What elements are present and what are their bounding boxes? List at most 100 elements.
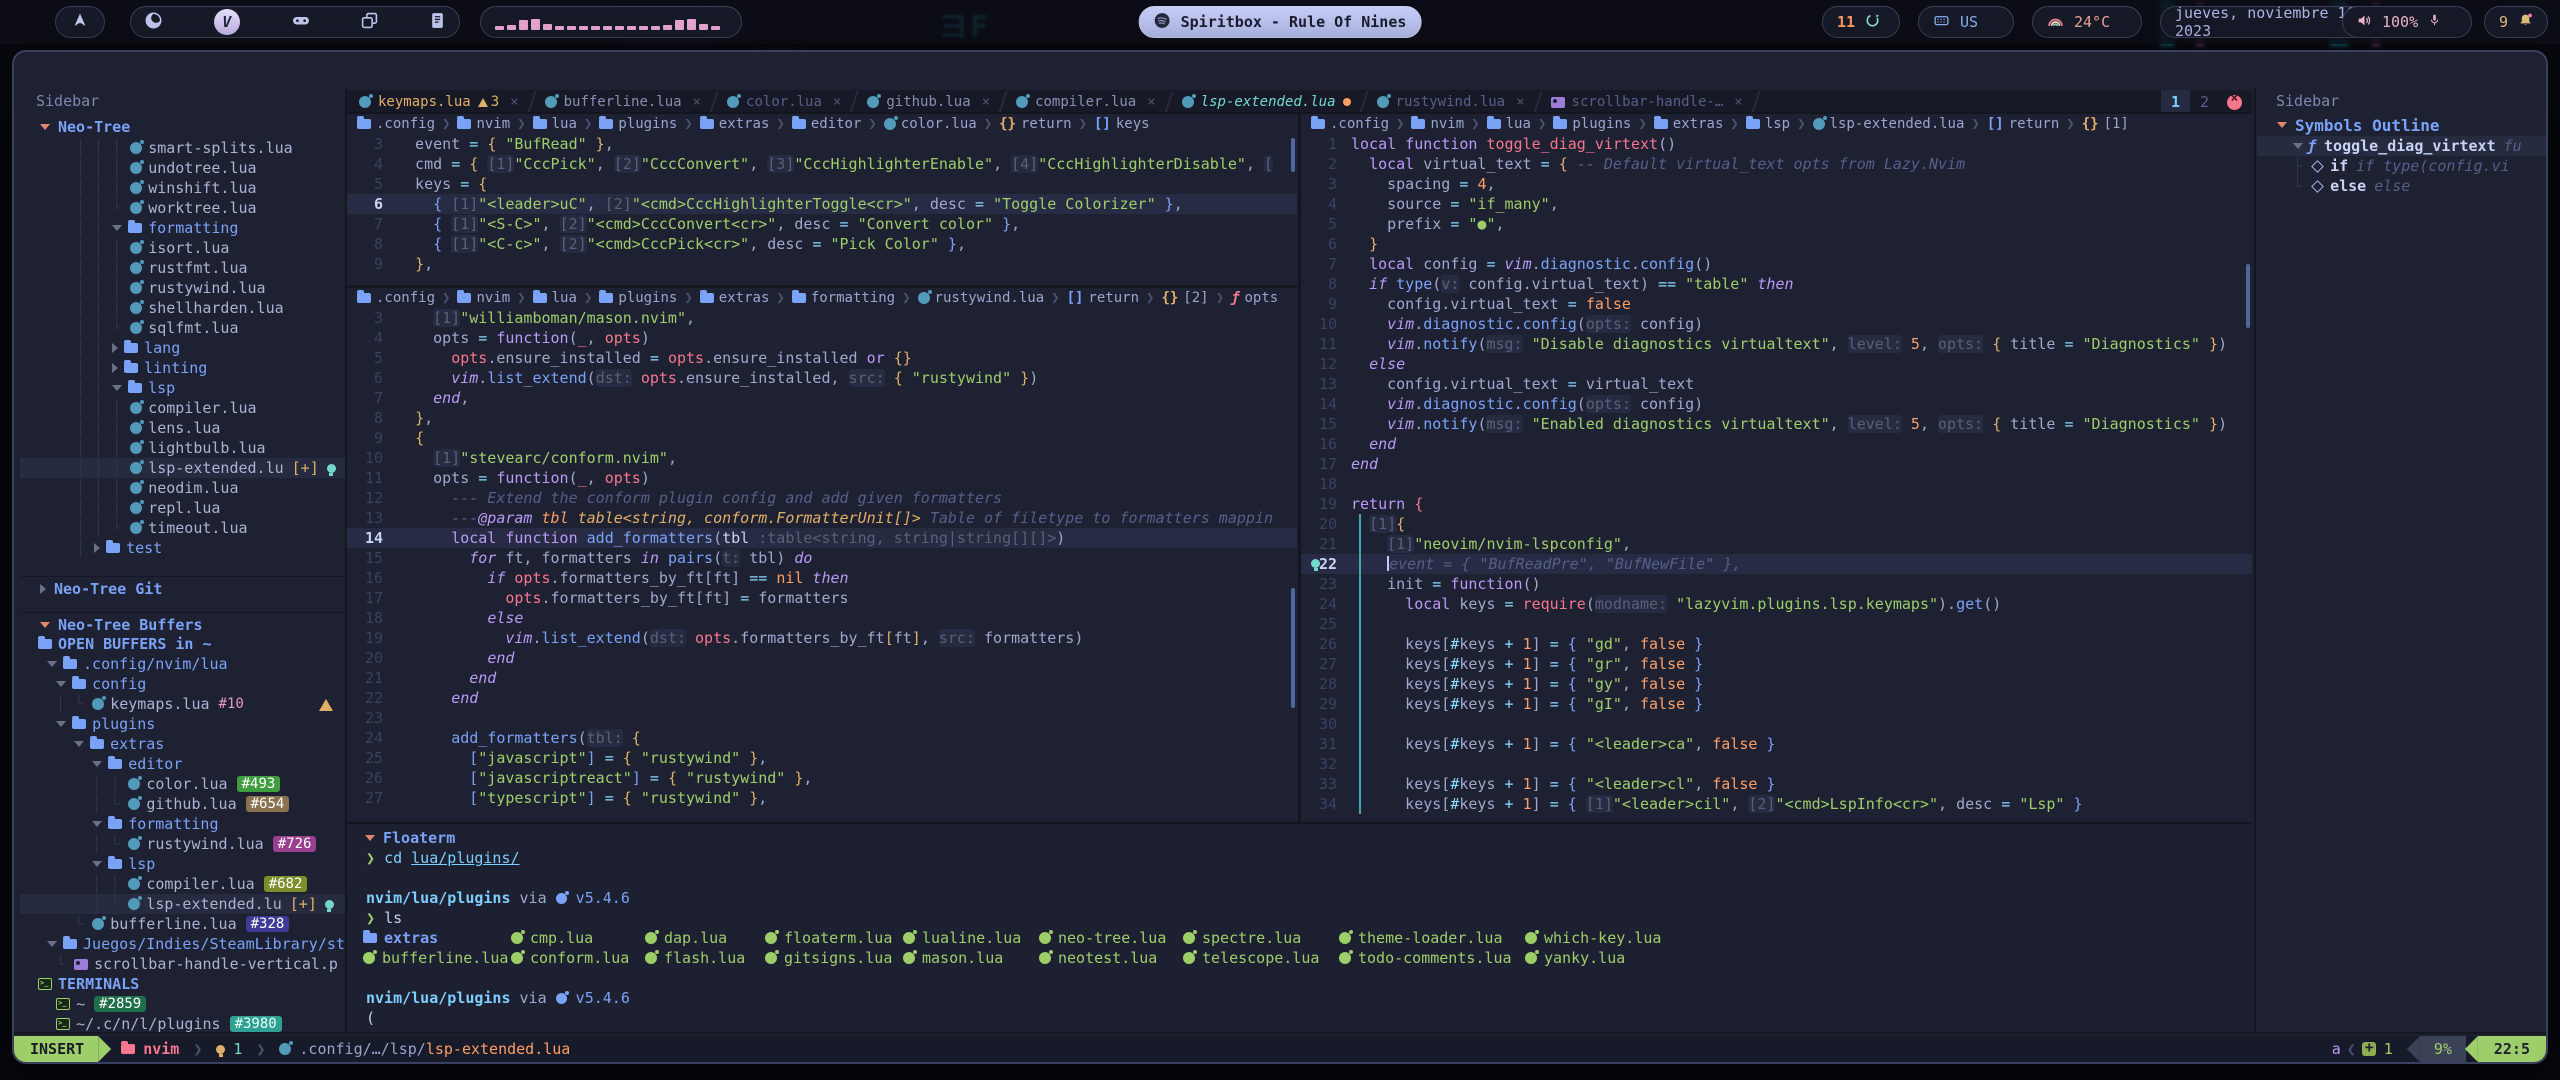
scrollbar[interactable] (1291, 138, 1295, 172)
code-line[interactable]: 26 keys[#keys + 1] = { "gd", false } (1301, 634, 2252, 654)
code-line[interactable]: 1local function toggle_diag_virtext() (1301, 134, 2252, 154)
tree-item[interactable]: formatting (20, 814, 345, 834)
tab-color-lua[interactable]: color.lua× (715, 90, 853, 114)
listing-item[interactable]: spectre.lua (1183, 928, 1301, 948)
code-line[interactable]: 33 keys[#keys + 1] = { "<leader>cl", fal… (1301, 774, 2252, 794)
code-line[interactable]: 19 vim.list_extend(dst: opts.formatters_… (347, 628, 1297, 648)
code-line[interactable]: 7 { [1]"<S-C>", [2]"<cmd>CccConvert<cr>"… (347, 214, 1297, 234)
code-line[interactable]: 5 prefix = "●", (1301, 214, 2252, 234)
tab-rustywind-lua[interactable]: rustywind.lua× (1365, 90, 1537, 114)
close-icon[interactable]: × (1147, 94, 1155, 110)
tree-item[interactable]: │ │ compiler.lua#682 (20, 874, 345, 894)
code-line[interactable]: 17end (1301, 454, 2252, 474)
code-line[interactable]: 5 keys = { (347, 174, 1297, 194)
outline-item[interactable]: └ elseelse (2257, 176, 2546, 196)
launcher-button[interactable] (55, 6, 105, 38)
tabpage-2[interactable]: 2 (2190, 90, 2219, 114)
divider[interactable] (347, 285, 1297, 288)
code-line[interactable]: 9 }, (347, 254, 1297, 274)
divider[interactable] (1298, 114, 1301, 822)
tree-item[interactable]: Juegos/Indies/SteamLibrary/st (20, 934, 345, 954)
code-line[interactable]: 11 vim.notify(msg: "Disable diagnostics … (1301, 334, 2252, 354)
breadcrumb-item[interactable]: return (1021, 114, 1072, 134)
tab-github-lua[interactable]: github.lua× (855, 90, 1002, 114)
listing-item[interactable]: extras (363, 928, 438, 948)
code-line[interactable]: 16 end (1301, 434, 2252, 454)
listing-item[interactable]: lualine.lua (903, 928, 1021, 948)
tree-item[interactable]: lsp (20, 854, 345, 874)
code-line[interactable]: 34 keys[#keys + 1] = { [1]"<leader>cil",… (1301, 794, 2252, 814)
listing-item[interactable]: floaterm.lua (765, 928, 892, 948)
code-line[interactable]: 22 end (347, 688, 1297, 708)
code-line[interactable]: 18 (1301, 474, 2252, 494)
tree-item[interactable]: .config/nvim/lua (20, 654, 345, 674)
breadcrumb-item[interactable]: [2] (1183, 288, 1208, 308)
tree-item[interactable]: │ │ └ worktree.lua (20, 198, 345, 218)
code-line[interactable]: 15 vim.notify(msg: "Enabled diagnostics … (1301, 414, 2252, 434)
tree-item[interactable]: │ │ │ repl.lua (20, 498, 345, 518)
code-line[interactable]: 26 ["javascriptreact"] = { "rustywind" }… (347, 768, 1297, 788)
tree-item[interactable]: │ │ └ sqlfmt.lua (20, 318, 345, 338)
breadcrumb-item[interactable]: lua (552, 114, 577, 134)
code-line[interactable]: 27 ["typescript"] = { "rustywind" }, (347, 788, 1297, 808)
code-line[interactable]: 32 (1301, 754, 2252, 774)
code-line[interactable]: 10 [1]"stevearc/conform.nvim", (347, 448, 1297, 468)
tab-compiler-lua[interactable]: compiler.lua× (1004, 90, 1168, 114)
breadcrumb-item[interactable]: .config (1330, 114, 1389, 134)
code-line[interactable]: 16 if opts.formatters_by_ft[ft] == nil t… (347, 568, 1297, 588)
listing-item[interactable]: theme-loader.lua (1339, 928, 1503, 948)
tree-item[interactable]: │ │ │ compiler.lua (20, 398, 345, 418)
tree-item[interactable]: │ │ │ smart-splits.lua (20, 138, 345, 158)
code-line[interactable]: 8 }, (347, 408, 1297, 428)
breadcrumb-item[interactable]: formatting (811, 288, 895, 308)
code-line[interactable]: 23 (347, 708, 1297, 728)
breadcrumb-item[interactable]: rustywind.lua (935, 288, 1045, 308)
tree-item[interactable]: extras (20, 734, 345, 754)
section-neo-tree-git[interactable]: Neo-Tree Git (20, 576, 345, 598)
tree-item[interactable]: │ test (20, 538, 345, 558)
floaterm-header[interactable]: Floaterm (347, 828, 2252, 848)
close-icon[interactable]: × (1734, 94, 1742, 110)
tree-item[interactable]: TERMINALS (20, 974, 345, 994)
close-all-icon[interactable] (2227, 95, 2242, 110)
code-line[interactable]: 21 [1]"neovim/nvim-lspconfig", (1301, 534, 2252, 554)
listing-item[interactable]: yanky.lua (1525, 948, 1625, 968)
listing-item[interactable]: dap.lua (645, 928, 727, 948)
editor-pane-color-lua[interactable]: .config❯nvim❯lua❯plugins❯extras❯editor❯c… (347, 114, 1297, 286)
code-line[interactable]: 3 event = { "BufRead" }, (347, 134, 1297, 154)
tree-item[interactable]: │ │ └ timeout.lua (20, 518, 345, 538)
code-line[interactable]: 22 event = { "BufReadPre", "BufNewFile" … (1301, 554, 2252, 574)
listing-item[interactable]: flash.lua (645, 948, 745, 968)
code-line[interactable]: 24 add_formatters(tbl: { (347, 728, 1297, 748)
tree-item[interactable]: plugins (20, 714, 345, 734)
tree-item[interactable]: │ └ github.lua#654 (20, 794, 345, 814)
code-line[interactable]: 18 else (347, 608, 1297, 628)
tree-item[interactable]: │ │ │ shellharden.lua (20, 298, 345, 318)
tree-item[interactable]: │ │ │ isort.lua (20, 238, 345, 258)
listing-item[interactable]: telescope.lua (1183, 948, 1319, 968)
close-icon[interactable]: × (982, 94, 990, 110)
tab-scrollbar-handle-[interactable]: scrollbar-handle-…× (1539, 90, 1755, 114)
tree-item[interactable]: └ bufferline.lua#328 (20, 914, 345, 934)
tree-item[interactable]: │ │ │ rustfmt.lua (20, 258, 345, 278)
code-line[interactable]: 14 vim.diagnostic.config(opts: config) (1301, 394, 2252, 414)
breadcrumb-item[interactable]: color.lua (901, 114, 977, 134)
code-line[interactable]: 17 opts.formatters_by_ft[ft] = formatter… (347, 588, 1297, 608)
breadcrumb-item[interactable]: .config (376, 288, 435, 308)
document-icon[interactable] (430, 12, 445, 33)
breadcrumb-item[interactable]: lsp-extended.lua (1830, 114, 1965, 134)
scrollbar[interactable] (2246, 264, 2250, 328)
code-line[interactable]: 21 end (347, 668, 1297, 688)
tree-item[interactable]: OPEN BUFFERS in ~ (20, 634, 345, 654)
listing-item[interactable]: conform.lua (511, 948, 629, 968)
tree-item[interactable]: │ └ keymaps.lua#10 (20, 694, 345, 714)
updates-widget[interactable]: 11 (1822, 6, 1900, 38)
tree-item[interactable]: │ │ │ lsp-extended.lu[+] (20, 458, 345, 478)
code-line[interactable]: 11 opts = function(_, opts) (347, 468, 1297, 488)
tab-keymaps-lua[interactable]: keymaps.lua3× (347, 90, 531, 114)
tree-item[interactable]: ~/.c/n/l/plugins#3980 (20, 1014, 345, 1034)
gamepad-icon[interactable] (292, 12, 310, 32)
divider[interactable] (345, 88, 347, 1034)
code-line[interactable]: 13 config.virtual_text = virtual_text (1301, 374, 2252, 394)
listing-item[interactable]: cmp.lua (511, 928, 593, 948)
